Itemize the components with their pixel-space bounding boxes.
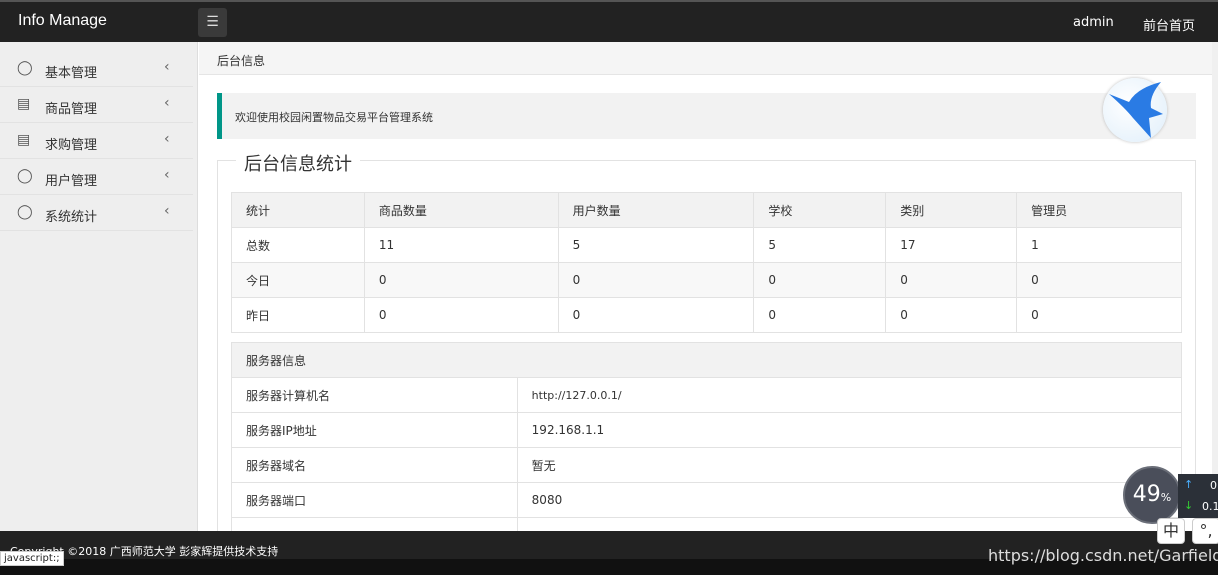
breadcrumb: 后台信息: [199, 42, 1212, 75]
table-cell: 今日: [231, 262, 365, 298]
user-link[interactable]: admin: [1073, 15, 1114, 30]
column-header: 学校: [753, 192, 887, 228]
column-header: 类别: [885, 192, 1018, 228]
chevron-left-icon: ‹: [164, 95, 170, 111]
sidebar-item-label: 用户管理: [45, 174, 98, 189]
chevron-left-icon: ‹: [164, 59, 170, 75]
ime-punct-button[interactable]: °,: [1192, 518, 1218, 544]
table-cell: 0: [1016, 262, 1182, 298]
table-row: 今日 0 0 0 0 0: [231, 262, 1182, 298]
home-link[interactable]: 前台首页: [1143, 15, 1195, 34]
table-cell: 17: [885, 227, 1018, 263]
watermark: https://blog.csdn.net/Garfield68: [988, 546, 1218, 565]
table-cell: 服务器计算机名: [231, 377, 518, 413]
stats-table: 统计 商品数量 用户数量 学校 类别 管理员 总数 11 5 5 17 1 今日 0 0 0 0 0 昨日 0 0…: [231, 192, 1182, 333]
column-header: 统计: [231, 192, 365, 228]
arrow-up-icon: ↑: [1184, 478, 1194, 491]
user-icon: ◯: [17, 60, 33, 76]
table-row: 昨日 0 0 0 0 0: [231, 297, 1182, 333]
column-header: 管理员: [1016, 192, 1182, 228]
table-cell: 0: [885, 262, 1018, 298]
table-cell: 服务器IP地址: [231, 412, 518, 448]
table-row: 服务器计算机名 http://127.0.0.1/: [231, 377, 1183, 413]
table-cell: 11: [363, 227, 559, 263]
table-cell: 0: [363, 297, 559, 333]
table-cell: 总数: [231, 227, 365, 263]
column-header: 商品数量: [363, 192, 559, 228]
sidebar-item-basic[interactable]: ◯ 基本管理 ‹: [0, 51, 193, 87]
table-cell: 0: [753, 262, 887, 298]
sidebar-item-stats[interactable]: ◯ 系统统计 ‹: [0, 195, 193, 231]
table-row: 总数 11 5 5 17 1: [231, 227, 1182, 263]
table-cell: 0: [1016, 297, 1182, 333]
status-bar-url: javascript:;: [0, 551, 64, 566]
document-icon: ▤: [17, 96, 31, 112]
welcome-banner: 欢迎使用校园闲置物品交易平台管理系统: [217, 93, 1196, 139]
table-cell: 1: [1016, 227, 1182, 263]
sidebar-item-goods[interactable]: ▤ 商品管理 ‹: [0, 87, 193, 123]
menu-toggle-button[interactable]: ☰: [198, 8, 227, 37]
sidebar-item-label: 商品管理: [45, 102, 98, 117]
column-header: 用户数量: [557, 192, 755, 228]
table-cell: 8080: [516, 482, 1183, 518]
download-speed: 0.1: [1202, 500, 1218, 513]
network-speed-panel: ↑ 0 ↓ 0.1: [1178, 474, 1218, 518]
user-tie-icon: ◯: [17, 168, 33, 184]
gauge-unit: %: [1160, 491, 1172, 504]
sidebar: ◯ 基本管理 ‹ ▤ 商品管理 ‹ ▤ 求购管理 ‹ ◯ 用户管理 ‹ ◯ 系统统计 ‹: [0, 42, 198, 531]
table-cell: 昨日: [231, 297, 365, 333]
table-row: 服务器域名 暂无: [231, 447, 1183, 483]
table-cell: 0: [557, 297, 755, 333]
table-cell: http://127.0.0.1/: [516, 377, 1183, 413]
upload-speed: 0: [1210, 479, 1217, 492]
table-row: 服务器端口 8080: [231, 482, 1183, 518]
column-header: 服务器信息: [231, 342, 1182, 378]
document-icon: ▤: [17, 132, 31, 148]
chevron-left-icon: ‹: [164, 203, 170, 219]
top-header: Info Manage ☰ admin 前台首页: [0, 0, 1218, 42]
table-cell: 0: [363, 262, 559, 298]
sidebar-item-users[interactable]: ◯ 用户管理 ‹: [0, 159, 193, 195]
sidebar-item-purchase[interactable]: ▤ 求购管理 ‹: [0, 123, 193, 159]
sidebar-item-label: 系统统计: [45, 210, 98, 225]
sidebar-item-label: 基本管理: [45, 66, 98, 81]
table-header-row: 服务器信息: [231, 342, 1182, 378]
ime-mode-button[interactable]: 中: [1157, 518, 1185, 544]
bird-logo-icon[interactable]: [1103, 78, 1167, 142]
table-row: 服务器IP地址 192.168.1.1: [231, 412, 1183, 448]
chevron-left-icon: ‹: [164, 167, 170, 183]
table-cell: 0: [753, 297, 887, 333]
server-table: 服务器信息 服务器计算机名 http://127.0.0.1/ 服务器IP地址 19…: [231, 342, 1183, 553]
table-cell: 0: [885, 297, 1018, 333]
table-cell: 5: [557, 227, 755, 263]
scrollbar[interactable]: [1212, 42, 1218, 531]
table-cell: 192.168.1.1: [516, 412, 1183, 448]
stats-legend: 后台信息统计: [236, 150, 360, 176]
table-cell: 暂无: [516, 447, 1183, 483]
gauge-percent: 49: [1132, 482, 1161, 507]
list-icon: ☰: [206, 14, 219, 30]
memory-gauge[interactable]: 49%: [1123, 466, 1181, 524]
app-logo[interactable]: Info Manage: [18, 12, 107, 30]
cycle-icon: ◯: [17, 204, 33, 220]
table-cell: 服务器域名: [231, 447, 518, 483]
table-cell: 0: [557, 262, 755, 298]
table-cell: 5: [753, 227, 887, 263]
table-header-row: 统计 商品数量 用户数量 学校 类别 管理员: [231, 192, 1182, 228]
arrow-down-icon: ↓: [1184, 499, 1194, 512]
sidebar-item-label: 求购管理: [45, 138, 98, 153]
table-cell: 服务器端口: [231, 482, 518, 518]
chevron-left-icon: ‹: [164, 131, 170, 147]
